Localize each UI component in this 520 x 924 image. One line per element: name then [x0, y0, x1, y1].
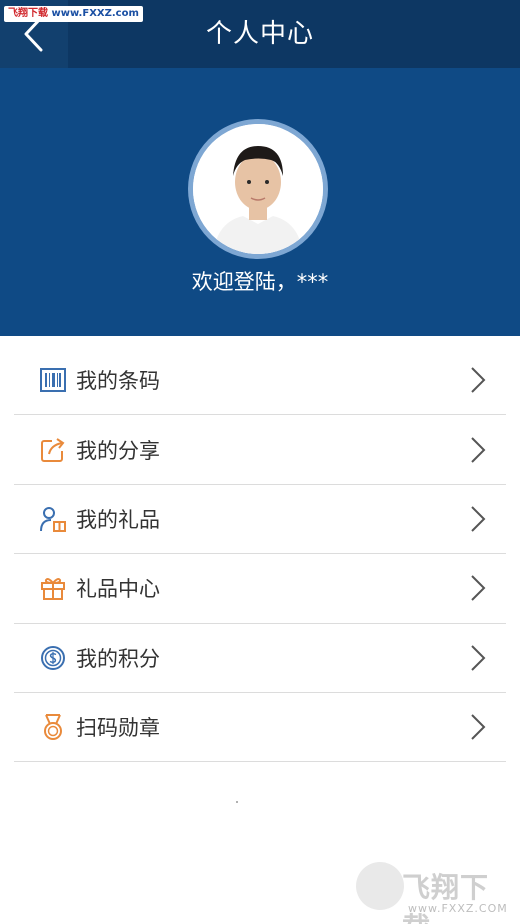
- watermark-brand: 飞翔下载: [402, 871, 490, 924]
- coin-icon: [38, 643, 68, 673]
- watermark-url: www.FXXZ.com: [51, 8, 139, 19]
- gift-icon: [38, 573, 68, 603]
- menu-item-scan-medal[interactable]: 扫码勋章: [14, 693, 506, 763]
- menu-item-points[interactable]: 我的积分: [14, 624, 506, 693]
- avatar-ring[interactable]: [188, 119, 328, 259]
- menu-item-label: 我的积分: [76, 646, 160, 671]
- menu-item-label: 礼品中心: [76, 577, 160, 602]
- watermark-top: 飞翔下载 www.FXXZ.com: [4, 6, 143, 22]
- decorative-dot: [236, 801, 238, 803]
- avatar: [193, 124, 323, 254]
- menu-item-label: 我的礼品: [76, 507, 160, 532]
- watermark-logo-icon: [356, 862, 404, 910]
- watermark-url: www.FXXZ.COM: [408, 902, 508, 915]
- menu-item-my-gifts[interactable]: 我的礼品: [14, 485, 506, 555]
- menu-item-share[interactable]: 我的分享: [14, 415, 506, 485]
- top-bar: 个人中心 飞翔下载 www.FXXZ.com: [0, 0, 520, 68]
- menu-item-label: 我的条码: [76, 369, 160, 394]
- welcome-text: 欢迎登陆，***: [191, 270, 329, 294]
- barcode-icon: [38, 365, 68, 395]
- chevron-right-icon: [471, 367, 486, 393]
- chevron-right-icon: [471, 645, 486, 671]
- menu-item-barcode[interactable]: 我的条码: [14, 346, 506, 416]
- chevron-right-icon: [471, 714, 486, 740]
- watermark-brand: 飞翔下载: [8, 8, 48, 19]
- profile-header: 欢迎登陆，***: [0, 68, 520, 336]
- menu-item-label: 扫码勋章: [76, 716, 160, 741]
- menu-list: 我的条码 我的分享 我的礼品 礼品中心 我的积分 扫码勋章: [14, 346, 506, 763]
- share-icon: [38, 435, 68, 465]
- menu-item-label: 我的分享: [76, 438, 160, 463]
- chevron-right-icon: [471, 575, 486, 602]
- chevron-right-icon: [471, 436, 486, 463]
- medal-icon: [38, 712, 68, 742]
- watermark-bottom: 飞翔下载 www.FXXZ.COM: [356, 862, 516, 924]
- chevron-right-icon: [471, 506, 486, 532]
- menu-item-gift-center[interactable]: 礼品中心: [14, 554, 506, 624]
- user-gift-icon: [38, 504, 68, 534]
